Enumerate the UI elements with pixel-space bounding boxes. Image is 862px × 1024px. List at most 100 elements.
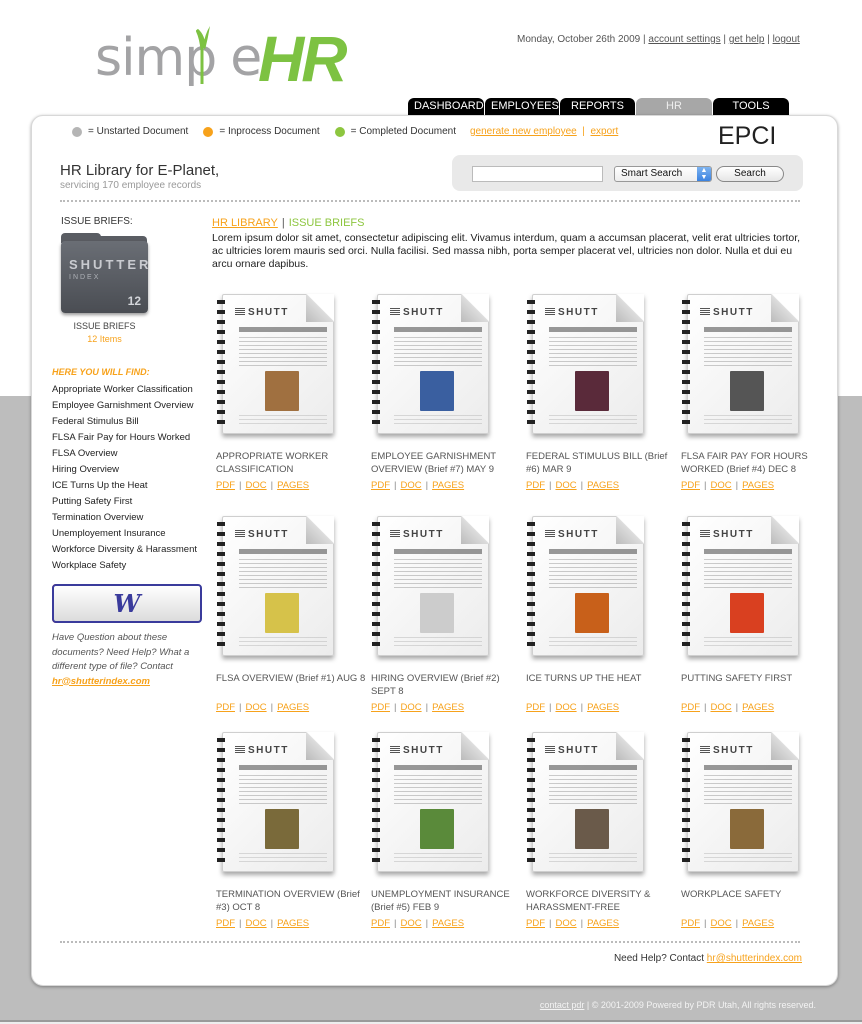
- search-panel: Smart Search ▲ ▼ Search: [452, 155, 803, 191]
- thumb-title-line: [549, 327, 637, 332]
- doc-download-link[interactable]: DOC: [555, 480, 576, 491]
- thumb-photo: [420, 593, 454, 633]
- pages-download-link[interactable]: PAGES: [432, 918, 464, 929]
- search-button[interactable]: Search: [716, 166, 784, 182]
- breadcrumb-hr-library[interactable]: HR LIBRARY: [212, 217, 278, 229]
- doc-download-link[interactable]: DOC: [555, 702, 576, 713]
- thumb-brand: SHUTT: [545, 529, 599, 540]
- find-list-item[interactable]: Hiring Overview: [52, 462, 212, 478]
- document-thumbnail[interactable]: SHUTT: [216, 730, 336, 880]
- pages-download-link[interactable]: PAGES: [587, 702, 619, 713]
- doc-download-link[interactable]: DOC: [710, 480, 731, 491]
- document-thumbnail[interactable]: SHUTT: [526, 292, 646, 442]
- pages-download-link[interactable]: PAGES: [587, 918, 619, 929]
- doc-download-link[interactable]: DOC: [245, 918, 266, 929]
- find-list-item[interactable]: Termination Overview: [52, 510, 212, 526]
- page-curl-icon: [306, 294, 334, 322]
- sidebar-help-email-link[interactable]: hr@shutterindex.com: [52, 676, 150, 687]
- find-list-item[interactable]: Workplace Safety: [52, 558, 212, 574]
- document-thumbnail[interactable]: SHUTT: [526, 514, 646, 664]
- thumb-title-line: [704, 549, 792, 554]
- breadcrumb-separator: |: [281, 217, 285, 229]
- find-list-item[interactable]: Appropriate Worker Classification: [52, 382, 212, 398]
- document-thumbnail[interactable]: SHUTT: [526, 730, 646, 880]
- pdf-download-link[interactable]: PDF: [526, 918, 545, 929]
- find-list-item[interactable]: Employee Garnishment Overview: [52, 398, 212, 414]
- tab-hr-library[interactable]: HR LIBRARY: [636, 98, 712, 128]
- pages-download-link[interactable]: PAGES: [742, 702, 774, 713]
- doc-download-link[interactable]: DOC: [400, 702, 421, 713]
- doc-download-link[interactable]: DOC: [710, 918, 731, 929]
- document-title: EMPLOYEE GARNISHMENT OVERVIEW (Brief #7)…: [371, 451, 496, 475]
- thumb-brand: SHUTT: [390, 745, 444, 756]
- pages-download-link[interactable]: PAGES: [277, 918, 309, 929]
- pdf-download-link[interactable]: PDF: [216, 702, 235, 713]
- sidebar-help-text: Have Question about these documents? Nee…: [52, 632, 190, 672]
- doc-download-link[interactable]: DOC: [400, 480, 421, 491]
- pdf-download-link[interactable]: PDF: [216, 918, 235, 929]
- document-thumbnail[interactable]: SHUTT: [681, 730, 801, 880]
- pages-download-link[interactable]: PAGES: [432, 480, 464, 491]
- search-input[interactable]: [472, 166, 603, 182]
- pages-download-link[interactable]: PAGES: [277, 702, 309, 713]
- pdf-download-link[interactable]: PDF: [216, 480, 235, 491]
- document-thumbnail[interactable]: SHUTT: [681, 514, 801, 664]
- find-list-item[interactable]: Putting Safety First: [52, 494, 212, 510]
- pdf-download-link[interactable]: PDF: [371, 480, 390, 491]
- thumb-text-lines: [394, 337, 482, 367]
- contact-pdr-link[interactable]: contact pdr: [540, 1000, 585, 1010]
- pdf-download-link[interactable]: PDF: [681, 702, 700, 713]
- pdf-download-link[interactable]: PDF: [526, 480, 545, 491]
- issue-briefs-folder[interactable]: SHUTTER INDEX 12: [61, 233, 148, 313]
- doc-download-link[interactable]: DOC: [555, 918, 576, 929]
- get-help-link[interactable]: get help: [729, 34, 765, 45]
- find-list-item[interactable]: Workforce Diversity & Harassment: [52, 542, 212, 558]
- find-list-item[interactable]: Federal Stimulus Bill: [52, 414, 212, 430]
- folder-items-count: 12 Items: [87, 334, 122, 344]
- pdf-download-link[interactable]: PDF: [526, 702, 545, 713]
- tab-reports[interactable]: REPORTS: [560, 98, 635, 115]
- spiral-binding-icon: [682, 738, 690, 866]
- pdf-download-link[interactable]: PDF: [371, 918, 390, 929]
- pages-download-link[interactable]: PAGES: [742, 918, 774, 929]
- export-link[interactable]: export: [590, 126, 618, 137]
- word-icon[interactable]: W: [52, 584, 202, 623]
- doc-download-link[interactable]: DOC: [400, 918, 421, 929]
- logout-link[interactable]: logout: [773, 34, 800, 45]
- search-mode-select[interactable]: Smart Search ▲ ▼: [614, 166, 712, 182]
- document-thumbnail[interactable]: SHUTT: [681, 292, 801, 442]
- document-thumbnail[interactable]: SHUTT: [371, 730, 491, 880]
- tab-tools[interactable]: TOOLS: [713, 98, 789, 115]
- document-thumbnail[interactable]: SHUTT: [371, 292, 491, 442]
- doc-download-link[interactable]: DOC: [710, 702, 731, 713]
- doc-download-link[interactable]: DOC: [245, 702, 266, 713]
- pdf-download-link[interactable]: PDF: [681, 480, 700, 491]
- pdf-download-link[interactable]: PDF: [371, 702, 390, 713]
- doc-download-link[interactable]: DOC: [245, 480, 266, 491]
- document-thumbnail[interactable]: SHUTT: [216, 514, 336, 664]
- thumb-title-line: [394, 765, 482, 770]
- document-thumbnail[interactable]: SHUTT: [371, 514, 491, 664]
- file-type-icons: W: [52, 584, 212, 623]
- folder-caption[interactable]: ISSUE BRIEFS: [52, 321, 157, 331]
- generate-new-employee-link[interactable]: generate new employee: [470, 126, 577, 137]
- need-help-email-link[interactable]: hr@shutterindex.com: [707, 953, 802, 964]
- find-list-item[interactable]: FLSA Overview: [52, 446, 212, 462]
- document-thumbnail[interactable]: SHUTT: [216, 292, 336, 442]
- pages-download-link[interactable]: PAGES: [432, 702, 464, 713]
- pages-download-link[interactable]: PAGES: [277, 480, 309, 491]
- tab-employees[interactable]: EMPLOYEES: [485, 98, 559, 115]
- document-card: SHUTT FLSA FAIR PAY FOR HOURS WORKED (Bri…: [681, 292, 831, 491]
- pdf-download-link[interactable]: PDF: [681, 918, 700, 929]
- find-list-item[interactable]: ICE Turns Up the Heat: [52, 478, 212, 494]
- simplehr-logo[interactable]: simp e HR: [95, 22, 355, 95]
- thumb-footer-lines: [704, 415, 792, 427]
- find-list-item[interactable]: Unemployement Insurance: [52, 526, 212, 542]
- page-curl-icon: [616, 516, 644, 544]
- pages-download-link[interactable]: PAGES: [587, 480, 619, 491]
- find-list-item[interactable]: FLSA Fair Pay for Hours Worked: [52, 430, 212, 446]
- pages-download-link[interactable]: PAGES: [742, 480, 774, 491]
- account-settings-link[interactable]: account settings: [648, 34, 720, 45]
- tab-dashboard[interactable]: DASHBOARD: [408, 98, 484, 115]
- thumb-photo: [420, 371, 454, 411]
